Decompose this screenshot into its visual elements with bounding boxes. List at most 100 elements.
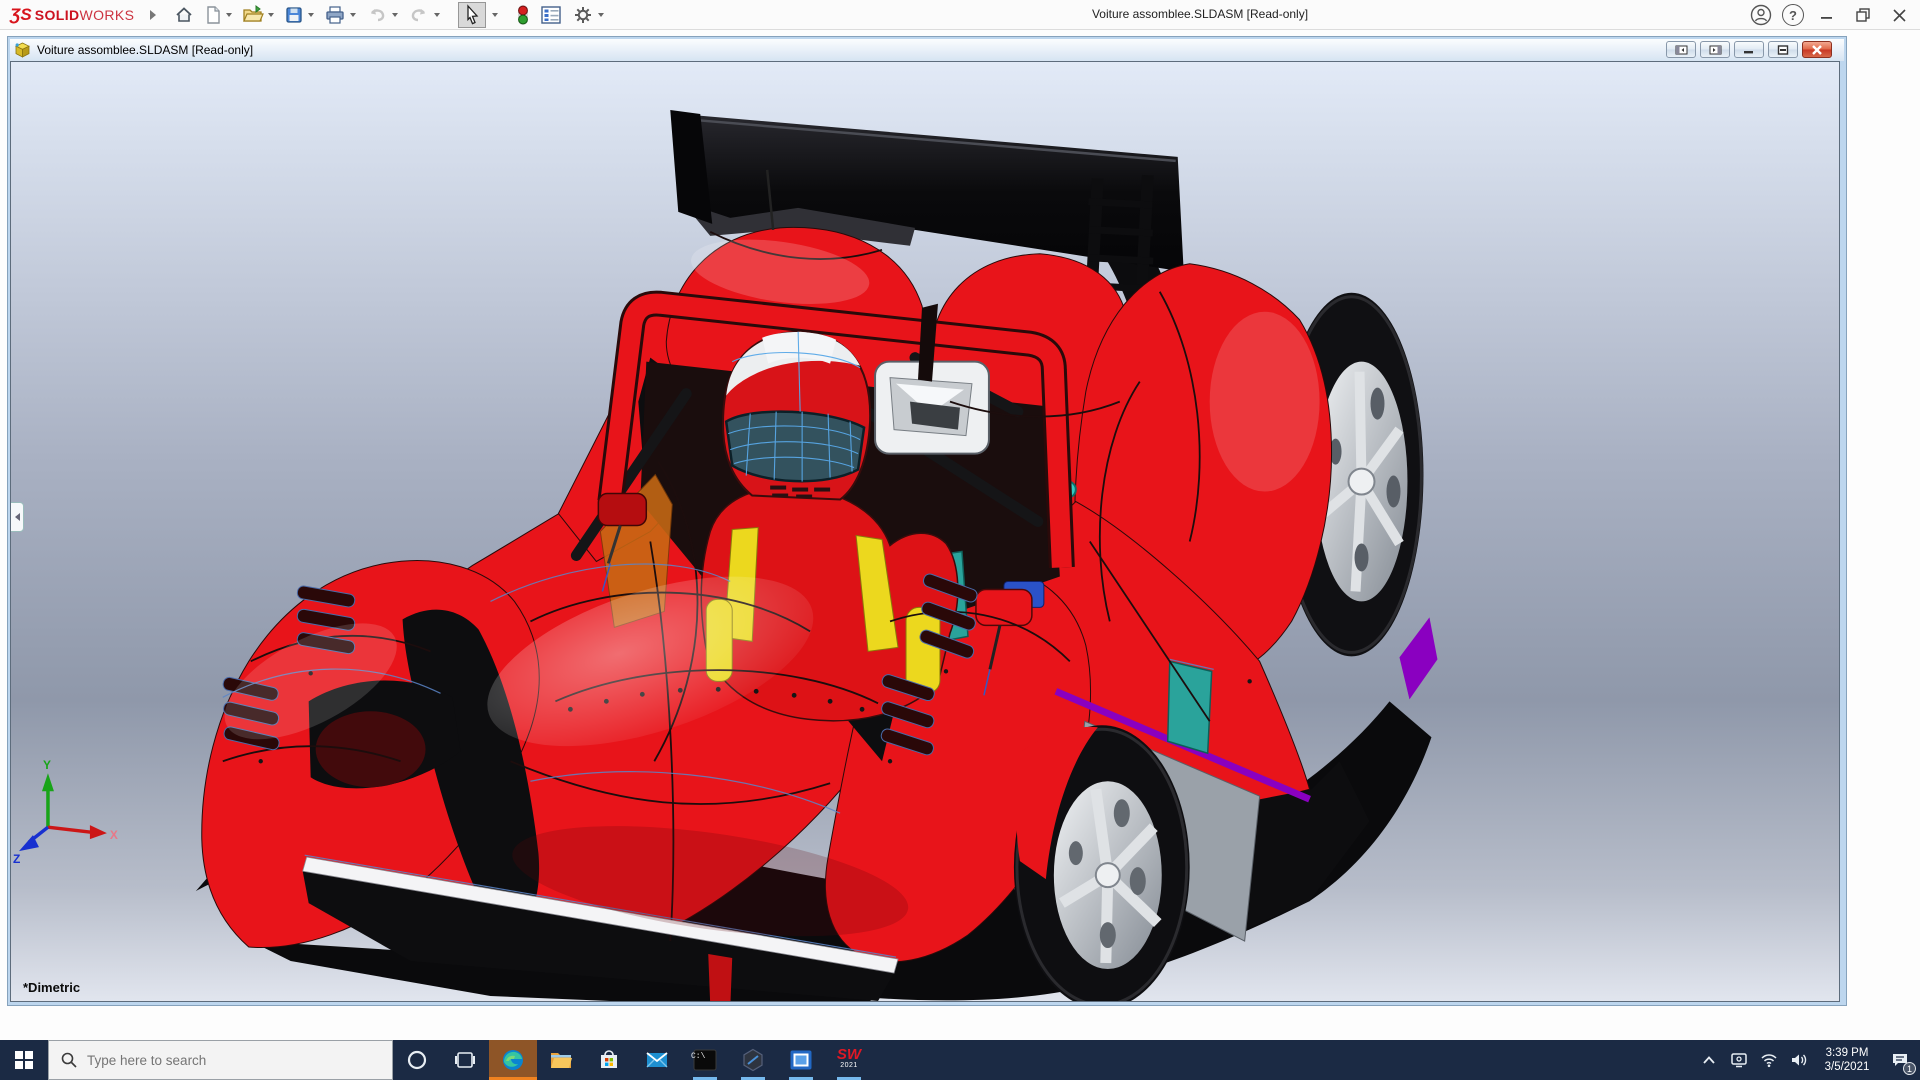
dropdown-caret[interactable] (392, 13, 398, 17)
task-view-button[interactable] (441, 1040, 489, 1080)
solidworks-logo: ƷS SOLID WORKS (10, 5, 134, 25)
options-gear-icon (572, 4, 594, 26)
front-left-wheel-hint (316, 711, 426, 787)
search-icon (61, 1052, 77, 1068)
store-icon (598, 1049, 620, 1071)
notification-badge: 1 (1903, 1062, 1916, 1075)
new-document-icon (204, 5, 222, 25)
left-mirror (598, 494, 646, 526)
rebuild-traffic-light-icon (516, 4, 530, 26)
redo-icon (408, 5, 430, 25)
volume-tray-icon[interactable] (1784, 1040, 1814, 1080)
app-title-bar: ƷS SOLID WORKS (0, 0, 1920, 30)
cmd-glyph: C:\ (691, 1052, 705, 1061)
undo-icon (366, 5, 388, 25)
taskbar-media-app[interactable] (777, 1040, 825, 1080)
file-explorer-icon (549, 1049, 573, 1071)
save-icon (284, 5, 304, 25)
home-button[interactable] (170, 2, 198, 28)
system-tray: 3:39 PM 3/5/2021 1 (1694, 1040, 1920, 1080)
dropdown-caret[interactable] (350, 13, 356, 17)
windows-taskbar: C:\ SW 2021 (0, 1040, 1920, 1080)
help-icon[interactable]: ? (1782, 4, 1804, 26)
tray-time: 3:39 PM (1816, 1046, 1878, 1060)
home-icon (174, 5, 194, 25)
toggle-right-pane-button[interactable] (1700, 41, 1730, 58)
notification-center-button[interactable]: 1 (1880, 1040, 1920, 1080)
print-button[interactable] (320, 2, 360, 28)
helmet (723, 332, 870, 500)
app-close-button[interactable] (1886, 2, 1912, 28)
triad-z-label: Z (13, 852, 20, 866)
dropdown-caret[interactable] (492, 13, 498, 17)
account-icon[interactable] (1750, 4, 1772, 26)
dropdown-caret[interactable] (268, 13, 274, 17)
dropdown-caret[interactable] (434, 13, 440, 17)
app-minimize-button[interactable] (1814, 2, 1840, 28)
dropdown-caret[interactable] (226, 13, 232, 17)
undo-button[interactable] (362, 2, 402, 28)
open-button[interactable] (238, 2, 278, 28)
nose-fin (708, 954, 732, 1001)
edge-icon (501, 1048, 525, 1072)
taskbar-command-prompt[interactable]: C:\ (681, 1040, 729, 1080)
graphics-viewport[interactable]: Y X Z *Dimetric (10, 61, 1840, 1002)
assembly-icon (14, 42, 31, 58)
display-tray-icon[interactable] (1724, 1040, 1754, 1080)
menu-flyout-arrow-icon[interactable] (150, 10, 156, 20)
start-button[interactable] (0, 1040, 48, 1080)
screen: ƷS SOLID WORKS (0, 0, 1920, 1080)
document-restore-button[interactable] (1768, 41, 1798, 58)
print-icon (324, 5, 346, 25)
document-title-bar: Voiture assomblee.SLDASM [Read-only] (10, 39, 1844, 61)
document-minimize-button[interactable] (1734, 41, 1764, 58)
taskbar-search[interactable] (48, 1040, 393, 1080)
taskbar-solidworks[interactable]: SW 2021 (825, 1040, 873, 1080)
document-window-controls (1666, 41, 1832, 58)
taskbar-file-explorer[interactable] (537, 1040, 585, 1080)
dropdown-caret[interactable] (598, 13, 604, 17)
document-title: Voiture assomblee.SLDASM [Read-only] (37, 43, 253, 57)
solidworks-icon: SW (837, 1049, 861, 1060)
document-window: Voiture assomblee.SLDASM [Read-only] (7, 36, 1847, 1006)
front-right-wheel (1014, 725, 1190, 1001)
taskbar-mail[interactable] (633, 1040, 681, 1080)
taskbar-edge[interactable] (489, 1040, 537, 1080)
media-app-icon (789, 1049, 813, 1071)
taskbar-store[interactable] (585, 1040, 633, 1080)
taskbar-clock[interactable]: 3:39 PM 3/5/2021 (1814, 1046, 1880, 1074)
new-document-button[interactable] (200, 2, 236, 28)
search-input[interactable] (87, 1053, 357, 1068)
cortana-icon (406, 1049, 428, 1071)
triad-x-label: X (110, 828, 118, 842)
model-canvas[interactable]: Y X Z (11, 62, 1839, 1001)
document-close-button[interactable] (1802, 41, 1832, 58)
quick-toolbar (170, 2, 608, 28)
app-window-title: Voiture assomblee.SLDASM [Read-only] (1040, 7, 1360, 21)
options-button[interactable] (568, 2, 608, 28)
select-pointer-icon (462, 4, 482, 26)
rebuild-button[interactable] (512, 2, 534, 28)
view-orientation-label: *Dimetric (23, 980, 80, 995)
dassault-glyph: ƷS (10, 5, 32, 25)
hidden-icons-chevron[interactable] (1694, 1040, 1724, 1080)
toggle-left-pane-button[interactable] (1666, 41, 1696, 58)
task-view-icon (455, 1050, 475, 1070)
select-tool-button[interactable] (458, 2, 486, 28)
cortana-button[interactable] (393, 1040, 441, 1080)
app-restore-button[interactable] (1850, 2, 1876, 28)
dropdown-caret[interactable] (308, 13, 314, 17)
save-button[interactable] (280, 2, 318, 28)
triad-y-label: Y (43, 758, 51, 772)
app-bar-right: ? (1750, 0, 1912, 30)
redo-button[interactable] (404, 2, 444, 28)
tray-date: 3/5/2021 (1816, 1060, 1878, 1074)
windows-logo-icon (15, 1051, 33, 1069)
mail-icon (645, 1050, 669, 1070)
file-properties-icon (540, 5, 562, 25)
file-properties-button[interactable] (536, 2, 566, 28)
hexagon-app-icon (741, 1048, 765, 1072)
featuremanager-flyout-tab[interactable] (10, 502, 24, 532)
taskbar-dev-app[interactable] (729, 1040, 777, 1080)
wifi-tray-icon[interactable] (1754, 1040, 1784, 1080)
